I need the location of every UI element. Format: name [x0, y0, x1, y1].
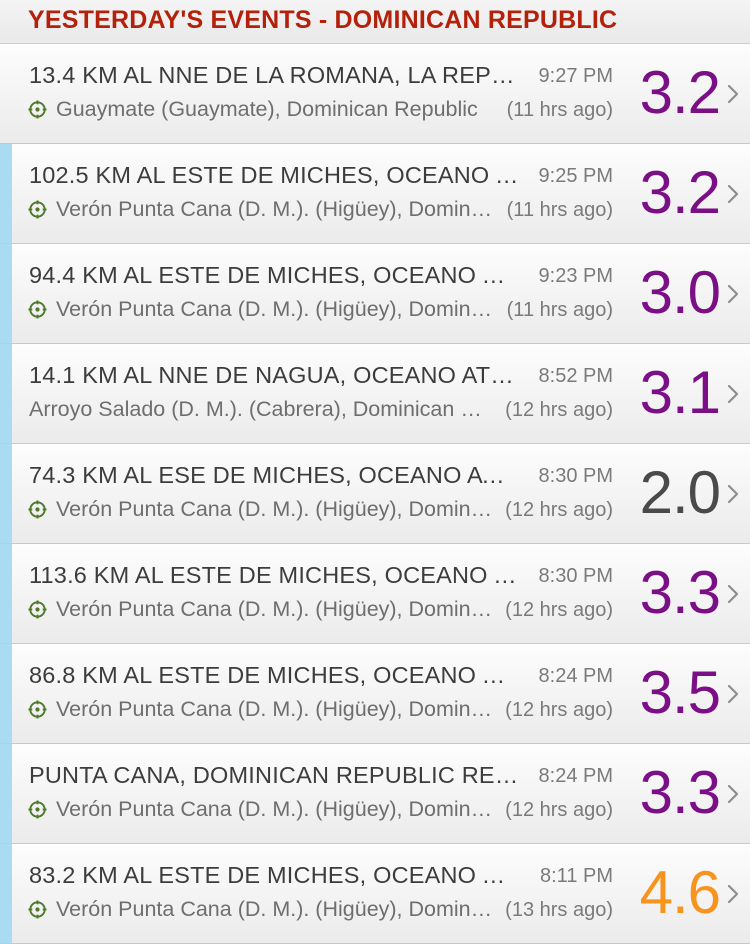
event-magnitude: 3.5	[639, 659, 721, 726]
event-title: 74.3 KM AL ESE DE MICHES, OCEANO ATLANTI…	[29, 462, 519, 488]
crosshair-location-icon	[28, 300, 47, 319]
crosshair-location-icon	[28, 100, 47, 119]
event-title: 14.1 KM AL NNE DE NAGUA, OCEANO ATLANTIC…	[29, 362, 519, 388]
highlight-stripe	[0, 744, 12, 843]
event-title: 102.5 KM AL ESTE DE MICHES, OCEANO ATLAN…	[29, 162, 519, 188]
event-title: PUNTA CANA, DOMINICAN REPUBLIC REGION	[29, 762, 519, 788]
highlight-stripe	[0, 144, 12, 243]
highlight-stripe	[0, 344, 12, 443]
chevron-right-icon	[727, 784, 739, 804]
event-time-ago: (12 hrs ago)	[505, 499, 613, 521]
event-row[interactable]: 94.4 KM AL ESTE DE MICHES, OCEANO ATLANT…	[0, 244, 750, 344]
event-magnitude: 3.2	[639, 59, 721, 126]
event-title: 113.6 KM AL ESTE DE MICHES, OCEANO ATLAN…	[29, 562, 519, 588]
event-time-ago: (11 hrs ago)	[506, 199, 613, 221]
event-row[interactable]: PUNTA CANA, DOMINICAN REPUBLIC REGION 8:…	[0, 744, 750, 844]
event-list: 13.4 KM AL NNE DE LA ROMANA, LA REPUBLIC…	[0, 44, 750, 944]
event-time: 9:25 PM	[538, 165, 613, 187]
event-location: Verón Punta Cana (D. M.). (Higüey), Domi…	[56, 297, 493, 321]
event-time: 9:23 PM	[538, 265, 613, 287]
event-location: Verón Punta Cana (D. M.). (Higüey), Domi…	[56, 197, 493, 221]
event-row[interactable]: 14.1 KM AL NNE DE NAGUA, OCEANO ATLANTIC…	[0, 344, 750, 444]
event-time: 9:27 PM	[538, 65, 613, 87]
crosshair-location-icon	[28, 600, 47, 619]
event-title: 86.8 KM AL ESTE DE MICHES, OCEANO ATLANT…	[29, 662, 519, 688]
highlight-stripe	[0, 244, 12, 343]
event-time-ago: (12 hrs ago)	[505, 599, 613, 621]
event-time-ago: (12 hrs ago)	[505, 699, 613, 721]
event-location: Arroyo Salado (D. M.). (Cabrera), Domini…	[29, 397, 493, 421]
event-row[interactable]: 113.6 KM AL ESTE DE MICHES, OCEANO ATLAN…	[0, 544, 750, 644]
event-row[interactable]: 102.5 KM AL ESTE DE MICHES, OCEANO ATLAN…	[0, 144, 750, 244]
event-location: Verón Punta Cana (D. M.). (Higüey), Domi…	[56, 797, 493, 821]
crosshair-location-icon	[28, 800, 47, 819]
event-row[interactable]: 74.3 KM AL ESE DE MICHES, OCEANO ATLANTI…	[0, 444, 750, 544]
crosshair-location-icon	[28, 700, 47, 719]
chevron-right-icon	[727, 884, 739, 904]
event-time-ago: (11 hrs ago)	[506, 99, 613, 121]
event-magnitude: 3.0	[639, 259, 721, 326]
event-location: Verón Punta Cana (D. M.). (Higüey), Domi…	[56, 697, 493, 721]
event-title: 94.4 KM AL ESTE DE MICHES, OCEANO ATLANT…	[29, 262, 519, 288]
event-time-ago: (12 hrs ago)	[505, 799, 613, 821]
event-time: 8:11 PM	[540, 865, 613, 887]
highlight-stripe	[0, 544, 12, 643]
event-time: 8:24 PM	[538, 765, 613, 787]
chevron-right-icon	[727, 184, 739, 204]
event-magnitude: 3.2	[639, 159, 721, 226]
event-location: Verón Punta Cana (D. M.). (Higüey), Domi…	[56, 597, 493, 621]
event-time: 8:30 PM	[538, 565, 613, 587]
event-time-ago: (13 hrs ago)	[505, 899, 613, 921]
event-time-ago: (11 hrs ago)	[506, 299, 613, 321]
chevron-right-icon	[727, 384, 739, 404]
event-magnitude: 4.6	[639, 859, 721, 926]
crosshair-location-icon	[28, 200, 47, 219]
event-location: Verón Punta Cana (D. M.). (Higüey), Domi…	[56, 497, 493, 521]
highlight-stripe	[0, 844, 12, 943]
event-title: 13.4 KM AL NNE DE LA ROMANA, LA REPUBLIC…	[29, 62, 519, 88]
event-magnitude: 3.3	[639, 759, 721, 826]
chevron-right-icon	[727, 584, 739, 604]
chevron-right-icon	[727, 684, 739, 704]
section-title: YESTERDAY'S EVENTS - DOMINICAN REPUBLIC	[28, 6, 618, 34]
event-magnitude: 2.0	[639, 459, 721, 526]
chevron-right-icon	[727, 84, 739, 104]
event-magnitude: 3.3	[639, 559, 721, 626]
event-time: 8:52 PM	[538, 365, 613, 387]
chevron-right-icon	[727, 484, 739, 504]
highlight-stripe	[0, 444, 12, 543]
event-magnitude: 3.1	[639, 359, 721, 426]
event-time-ago: (12 hrs ago)	[505, 399, 613, 421]
event-row[interactable]: 83.2 KM AL ESTE DE MICHES, OCEANO ATLANT…	[0, 844, 750, 944]
event-time: 8:30 PM	[538, 465, 613, 487]
event-row[interactable]: 13.4 KM AL NNE DE LA ROMANA, LA REPUBLIC…	[0, 44, 750, 144]
event-title: 83.2 KM AL ESTE DE MICHES, OCEANO ATLANT…	[29, 862, 519, 888]
crosshair-location-icon	[28, 500, 47, 519]
crosshair-location-icon	[28, 900, 47, 919]
chevron-right-icon	[727, 284, 739, 304]
event-row[interactable]: 86.8 KM AL ESTE DE MICHES, OCEANO ATLANT…	[0, 644, 750, 744]
event-location: Verón Punta Cana (D. M.). (Higüey), Domi…	[56, 897, 493, 921]
event-location: Guaymate (Guaymate), Dominican Republic	[56, 97, 478, 121]
section-header: YESTERDAY'S EVENTS - DOMINICAN REPUBLIC	[0, 0, 750, 44]
event-time: 8:24 PM	[538, 665, 613, 687]
highlight-stripe	[0, 644, 12, 743]
